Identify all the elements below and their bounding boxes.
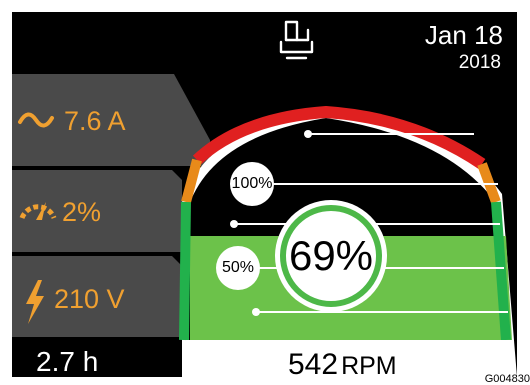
operator-seat-icon [279, 20, 314, 60]
date-line-2: 2018 [458, 52, 501, 73]
center-level-value: 69% [288, 232, 374, 279]
hour-meter: 2.7 h [36, 346, 99, 377]
mark-50-label: 50% [221, 259, 255, 276]
date-line-1: Jan 18 [424, 20, 503, 50]
tick-dot [304, 130, 312, 138]
current-value: 7.6 A [64, 106, 126, 136]
tick-dot [252, 308, 260, 316]
display-screen: Jan 18 2018 7.6 A 2% 210 V 2.7 h 100% 50… [12, 12, 517, 377]
rpm-value: 542 [288, 348, 339, 377]
voltage-value: 210 V [54, 284, 125, 314]
figure-id: G004830 [484, 373, 530, 385]
mark-100-label: 100% [231, 175, 273, 192]
rpm-unit: RPM [341, 352, 397, 377]
tick-dot [230, 220, 238, 228]
gauge-graphic [12, 20, 517, 377]
green-zone-left [179, 201, 191, 341]
load-value: 2% [62, 197, 102, 227]
rpm-readout: 542 RPM [288, 348, 397, 377]
